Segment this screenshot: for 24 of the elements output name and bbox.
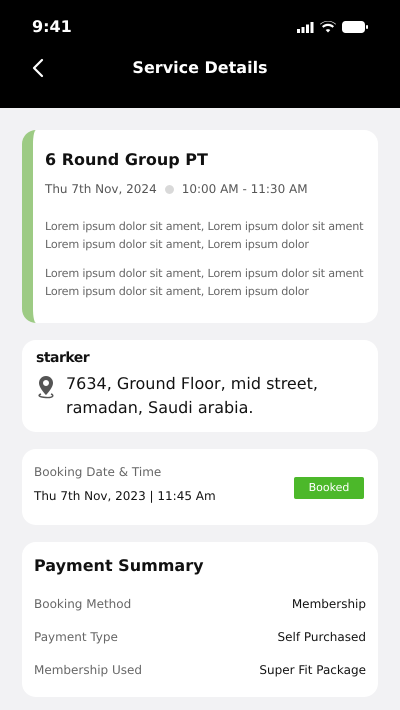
session-title: 6 Round Group PT [45, 149, 209, 171]
back-icon [32, 58, 44, 78]
session-date: Thu 7th Nov, 2024 [45, 181, 157, 198]
status-badge: Booked [294, 477, 364, 499]
location-pin-icon [36, 375, 56, 399]
battery-icon [342, 21, 368, 33]
wifi-icon [320, 21, 336, 33]
payment-label: Payment Type [34, 628, 118, 646]
signal-icon [297, 22, 314, 32]
booking-datetime: Thu 7th Nov, 2023 | 11:45 Am [34, 488, 216, 505]
venue-address: 7634, Ground Floor, mid street, ramadan, Saudi arabia. [66, 373, 319, 419]
session-description: Lorem ipsum dolor sit ament, Lorem ipsum dolor sit ament Lorem ipsum dolor sit ament, Lorem ipsum dolor [45, 219, 364, 253]
booking-label: Booking Date & Time [34, 464, 162, 481]
session-description: Lorem ipsum dolor sit ament, Lorem ipsum dolor sit ament Lorem ipsum dolor sit ament, Lorem ipsum dolor [45, 266, 364, 300]
payment-label: Membership Used [34, 662, 142, 678]
brand-logo: starker [36, 350, 91, 366]
status-time: 9:41 [32, 16, 72, 38]
payment-value: Membership [292, 596, 366, 612]
payment-label: Booking Method [34, 596, 132, 612]
payment-value: Self Purchased [278, 628, 366, 646]
session-time: 10:00 AM - 11:30 AM [182, 181, 308, 198]
payment-value: Super Fit Package [259, 662, 366, 678]
payment-title: Payment Summary [34, 555, 205, 577]
page-title: Service Details [132, 57, 268, 79]
